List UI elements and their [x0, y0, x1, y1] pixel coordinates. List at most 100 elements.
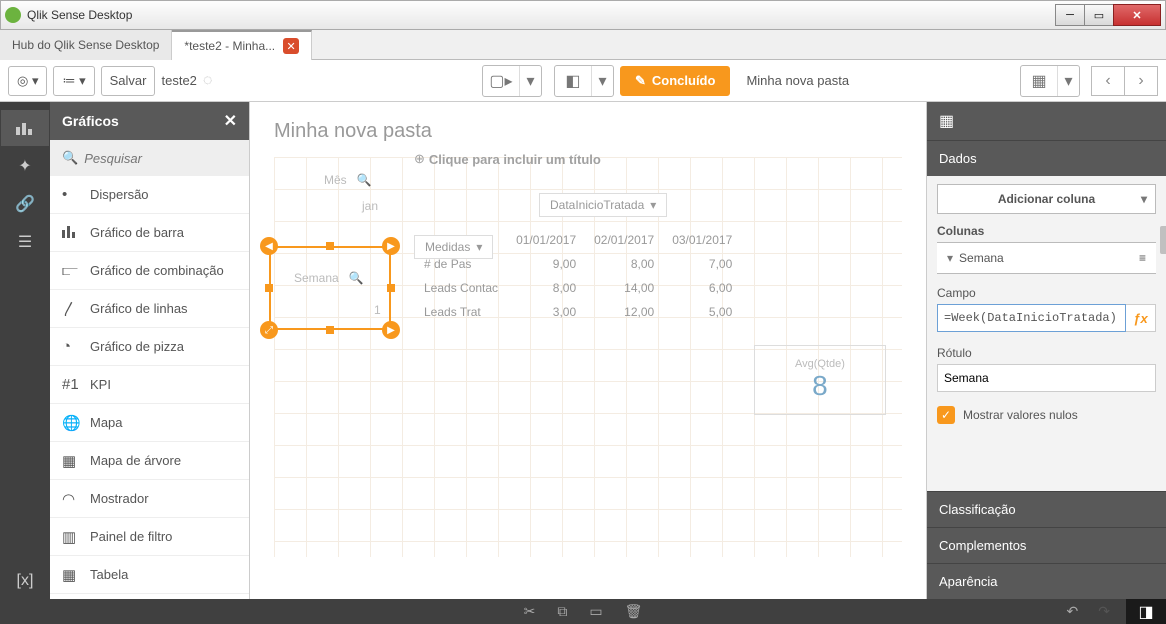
field-label: Campo	[937, 286, 1156, 300]
pie-icon: ◔	[62, 338, 80, 355]
delete-icon[interactable]: 🗑	[625, 603, 643, 620]
sheet-selector[interactable]: ▦ ▾	[1020, 65, 1080, 97]
present-button[interactable]: ▢▸	[483, 66, 519, 96]
rotulo-input[interactable]	[937, 364, 1156, 392]
show-nulls-row[interactable]: ✓ Mostrar valores nulos	[937, 406, 1156, 424]
scrollbar-thumb[interactable]	[1160, 226, 1166, 254]
handle-nw[interactable]: ◀	[260, 237, 278, 255]
chart-map[interactable]: 🌐Mapa	[50, 404, 249, 442]
search-icon: 🔍	[62, 150, 78, 166]
property-panel: ▦ Dados Adicionar coluna▾ Colunas ▾ Sema…	[926, 102, 1166, 599]
discover-button[interactable]: ◎ ▾	[8, 66, 47, 96]
handle-w[interactable]	[265, 284, 273, 292]
col-date-1: 01/01/2017	[508, 229, 584, 251]
checkbox-checked-icon[interactable]: ✓	[937, 406, 955, 424]
chart-gauge[interactable]: ◠Mostrador	[50, 480, 249, 518]
filter-icon: ▥	[62, 528, 80, 546]
asset-list: •Dispersão Gráfico de barra ⫍Gráfico de …	[50, 176, 249, 599]
sheet-canvas[interactable]: Minha nova pasta ⊕ Clique para incluir u…	[250, 102, 926, 599]
bottom-toolbar: ✂ ⧉ ▭ 🗑 ↶ ↷ ◨	[0, 599, 1166, 624]
sheet-chev: ▾	[1057, 66, 1079, 96]
tab-close-icon[interactable]: ✕	[283, 38, 299, 54]
asset-panel-header: Gráficos ✕	[50, 102, 249, 140]
handle-ne[interactable]: ▶	[382, 237, 400, 255]
paste-icon[interactable]: ▭	[589, 603, 602, 620]
chart-title-placeholder[interactable]: ⊕ Clique para incluir um título	[414, 151, 902, 167]
sync-status-icon: ◌	[203, 72, 213, 90]
chart-treemap[interactable]: ▦Mapa de árvore	[50, 442, 249, 480]
column-item-semana[interactable]: ▾ Semana ≡	[937, 242, 1156, 274]
close-panel-icon[interactable]: ✕	[224, 111, 237, 131]
window-close-button[interactable]: ✕	[1113, 4, 1161, 26]
handle-s[interactable]	[326, 326, 334, 334]
date-field-dropdown[interactable]: DataInicioTratada▾	[539, 193, 667, 217]
handle-se[interactable]: ▶	[382, 321, 400, 339]
toggle-panel-button[interactable]: ◨	[1126, 599, 1166, 624]
chart-kpi[interactable]: #1KPI	[50, 366, 249, 404]
bookmark-button[interactable]: ◧	[555, 66, 591, 96]
next-sheet-button[interactable]: ›	[1124, 66, 1158, 96]
list-menu-button[interactable]: ≔ ▾	[53, 66, 94, 96]
save-button[interactable]: Salvar	[101, 66, 156, 96]
window-maximize-button[interactable]: ▭	[1084, 4, 1114, 26]
chart-pie[interactable]: ◔Gráfico de pizza	[50, 328, 249, 366]
bookmark-group: ◧ ▾	[554, 65, 614, 97]
col-date-2: 02/01/2017	[586, 229, 662, 251]
pencil-icon: ✎	[635, 73, 646, 89]
window-titlebar: Qlik Sense Desktop ─ ▭ ✕	[0, 0, 1166, 30]
rail-master-items[interactable]: 🔗	[1, 186, 49, 222]
pivot-table[interactable]: 01/01/201702/01/201703/01/2017 # de Pas9…	[414, 227, 742, 325]
window-minimize-button[interactable]: ─	[1055, 4, 1085, 26]
kpi-object[interactable]: Avg(Qtde) 8	[754, 345, 886, 415]
cut-icon[interactable]: ✂	[524, 603, 536, 620]
document-tabs: Hub do Qlik Sense Desktop *teste2 - Minh…	[0, 30, 1166, 60]
chart-scatter[interactable]: •Dispersão	[50, 176, 249, 214]
sheet-title[interactable]: Minha nova pasta	[274, 120, 902, 143]
handle-sw[interactable]: ⤢	[260, 321, 278, 339]
dim-month-value: jan	[362, 199, 378, 213]
field-expression-input[interactable]	[937, 304, 1126, 332]
sheets-icon: ▦	[1021, 66, 1057, 96]
fx-button[interactable]: ƒx	[1126, 304, 1156, 332]
bookmark-menu[interactable]: ▾	[591, 66, 613, 96]
add-column-button[interactable]: Adicionar coluna▾	[937, 184, 1156, 214]
undo-icon[interactable]: ↶	[1067, 603, 1079, 620]
sheet-name: Minha nova pasta	[736, 73, 1014, 88]
section-complements[interactable]: Complementos	[927, 527, 1166, 563]
globe-icon: 🌐	[62, 414, 80, 432]
handle-n[interactable]	[326, 242, 334, 250]
prev-sheet-button[interactable]: ‹	[1091, 66, 1125, 96]
rail-charts[interactable]	[1, 110, 49, 146]
plus-icon: ⊕	[414, 151, 425, 167]
chart-bar[interactable]: Gráfico de barra	[50, 214, 249, 252]
asset-search[interactable]: 🔍	[50, 140, 249, 176]
rail-variables[interactable]: [x]	[1, 563, 49, 599]
selection-frame[interactable]: ◀ ▶ ⤢ ▶	[260, 237, 400, 339]
done-button[interactable]: ✎ Concluído	[620, 66, 730, 96]
asset-panel: Gráficos ✕ 🔍 •Dispersão Gráfico de barra…	[50, 102, 250, 599]
dim-month[interactable]: Mês 🔍	[324, 173, 372, 187]
redo-icon[interactable]: ↷	[1098, 603, 1110, 620]
rail-custom-objects[interactable]: ✦	[1, 148, 49, 184]
chart-filterpane[interactable]: ▥Painel de filtro	[50, 518, 249, 556]
section-classification[interactable]: Classificação	[927, 491, 1166, 527]
section-data[interactable]: Dados	[927, 140, 1166, 176]
chart-line[interactable]: 〳Gráfico de linhas	[50, 290, 249, 328]
tab-label: Hub do Qlik Sense Desktop	[12, 38, 159, 52]
copy-icon[interactable]: ⧉	[557, 603, 567, 620]
handle-e[interactable]	[387, 284, 395, 292]
present-group: ▢▸ ▾	[482, 65, 542, 97]
chart-table[interactable]: ▦Tabela	[50, 556, 249, 594]
tab-hub[interactable]: Hub do Qlik Sense Desktop	[0, 30, 172, 60]
tab-document[interactable]: *teste2 - Minha... ✕	[172, 30, 312, 60]
table-row: # de Pas9,008,007,00	[416, 253, 740, 275]
search-input[interactable]	[84, 151, 237, 166]
chart-combo[interactable]: ⫍Gráfico de combinação	[50, 252, 249, 290]
kpi-icon: #1	[62, 376, 80, 393]
present-menu[interactable]: ▾	[519, 66, 541, 96]
section-appearance[interactable]: Aparência	[927, 563, 1166, 599]
rail-fields[interactable]: ☰	[1, 224, 49, 260]
chevron-down-icon: ▾	[947, 251, 953, 265]
column-menu-icon[interactable]: ≡	[1139, 251, 1146, 265]
tab-label: *teste2 - Minha...	[184, 39, 275, 53]
